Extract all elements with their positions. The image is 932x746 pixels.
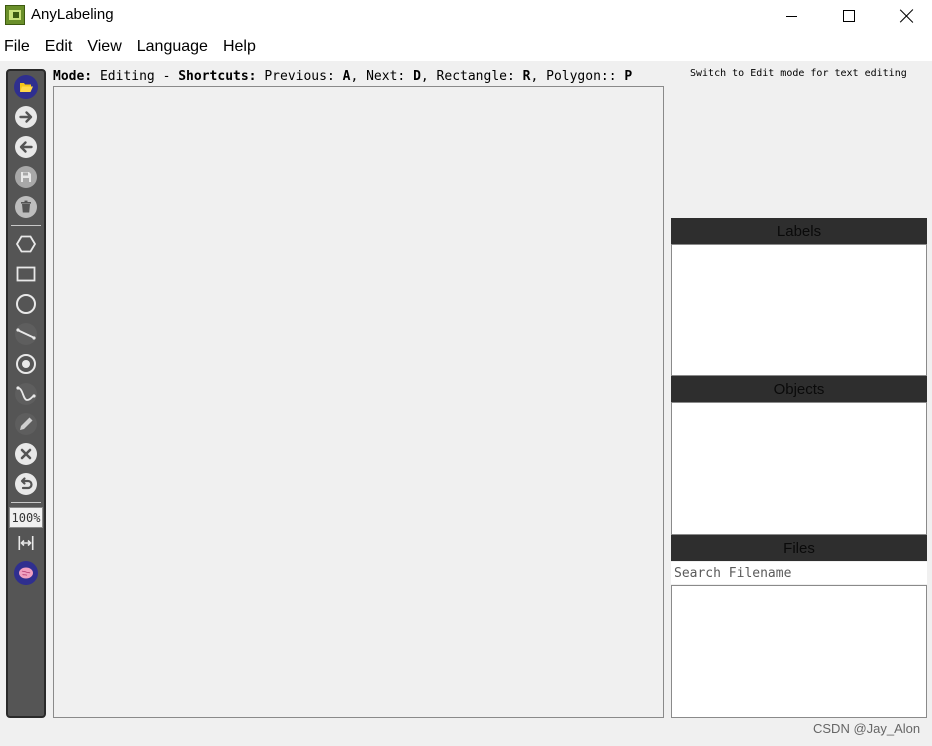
fit-width-icon <box>18 536 34 550</box>
objects-list[interactable] <box>671 402 927 535</box>
circle-icon <box>16 294 36 314</box>
shortcuts-label: Shortcuts: <box>178 69 257 84</box>
brain-icon <box>14 561 38 585</box>
line-icon <box>15 323 37 345</box>
edit-shapes-button[interactable] <box>14 412 38 436</box>
zoom-value-field[interactable]: 100% <box>9 507 43 528</box>
maximize-icon <box>843 10 855 22</box>
maximize-button[interactable] <box>820 0 878 32</box>
minimize-icon <box>785 15 797 17</box>
labels-dock-title: Labels <box>671 218 927 244</box>
arrow-left-icon <box>15 136 37 158</box>
watermark-text: CSDN @Jay_Alon <box>813 721 921 736</box>
next-image-button[interactable] <box>14 105 38 129</box>
polygon-icon <box>15 235 37 253</box>
toolbar-separator <box>11 502 41 503</box>
next-key: D <box>413 69 421 84</box>
create-linestrip-button[interactable] <box>14 382 38 406</box>
pencil-icon <box>15 413 37 435</box>
delete-file-button[interactable] <box>14 195 38 219</box>
arrow-right-icon <box>15 106 37 128</box>
mode-label: Mode: <box>53 69 93 84</box>
annotation-canvas[interactable] <box>53 86 664 718</box>
menu-file[interactable]: File <box>4 38 30 56</box>
undo-icon <box>15 473 37 495</box>
previous-label: Previous: <box>256 69 343 84</box>
mode-status-text: Mode: Editing - Shortcuts: Previous: A, … <box>53 69 632 84</box>
next-label: , Next: <box>350 69 414 84</box>
point-icon <box>16 354 36 374</box>
files-dock-title: Files <box>671 535 927 561</box>
polygon-key: P <box>624 69 633 84</box>
objects-dock-title: Objects <box>671 376 927 402</box>
menu-edit[interactable]: Edit <box>45 38 73 56</box>
menu-view[interactable]: View <box>87 38 121 56</box>
objects-title: Objects <box>773 380 825 398</box>
create-line-button[interactable] <box>14 322 38 346</box>
create-circle-button[interactable] <box>14 292 38 316</box>
delete-x-icon <box>15 443 37 465</box>
save-button[interactable] <box>14 165 38 189</box>
trash-icon <box>15 196 37 218</box>
create-rectangle-button[interactable] <box>14 262 38 286</box>
window-title: AnyLabeling <box>31 6 114 23</box>
app-logo-icon <box>5 5 25 25</box>
create-polygon-button[interactable] <box>14 232 38 256</box>
polygon-label: , Polygon:: <box>530 69 625 84</box>
prev-image-button[interactable] <box>14 135 38 159</box>
minimize-button[interactable] <box>762 0 820 32</box>
menu-language[interactable]: Language <box>137 38 208 56</box>
title-bar: AnyLabeling <box>0 0 932 32</box>
menu-help[interactable]: Help <box>223 38 256 56</box>
labels-list[interactable] <box>671 244 927 376</box>
tools-toolbar: 100% <box>6 69 46 718</box>
open-button[interactable] <box>14 75 38 99</box>
labels-title: Labels <box>776 222 822 240</box>
search-filename-input[interactable] <box>671 562 927 584</box>
auto-labeling-button[interactable] <box>14 561 38 585</box>
menu-bar: File Edit View Language Help <box>0 32 932 61</box>
save-icon <box>15 166 37 188</box>
files-list[interactable] <box>671 585 927 718</box>
close-icon <box>900 9 914 23</box>
create-point-button[interactable] <box>14 352 38 376</box>
mode-value: Editing - <box>92 69 179 84</box>
linestrip-icon <box>15 383 37 405</box>
folder-open-icon <box>14 75 38 99</box>
close-button[interactable] <box>878 0 932 32</box>
rectangle-icon <box>16 266 36 282</box>
files-title: Files <box>783 539 815 557</box>
fit-width-button[interactable] <box>14 531 38 555</box>
delete-shapes-button[interactable] <box>14 442 38 466</box>
rectangle-label: , Rectangle: <box>420 69 523 84</box>
toolbar-separator <box>11 225 41 226</box>
undo-button[interactable] <box>14 472 38 496</box>
switch-mode-hint: Switch to Edit mode for text editing <box>690 68 907 79</box>
